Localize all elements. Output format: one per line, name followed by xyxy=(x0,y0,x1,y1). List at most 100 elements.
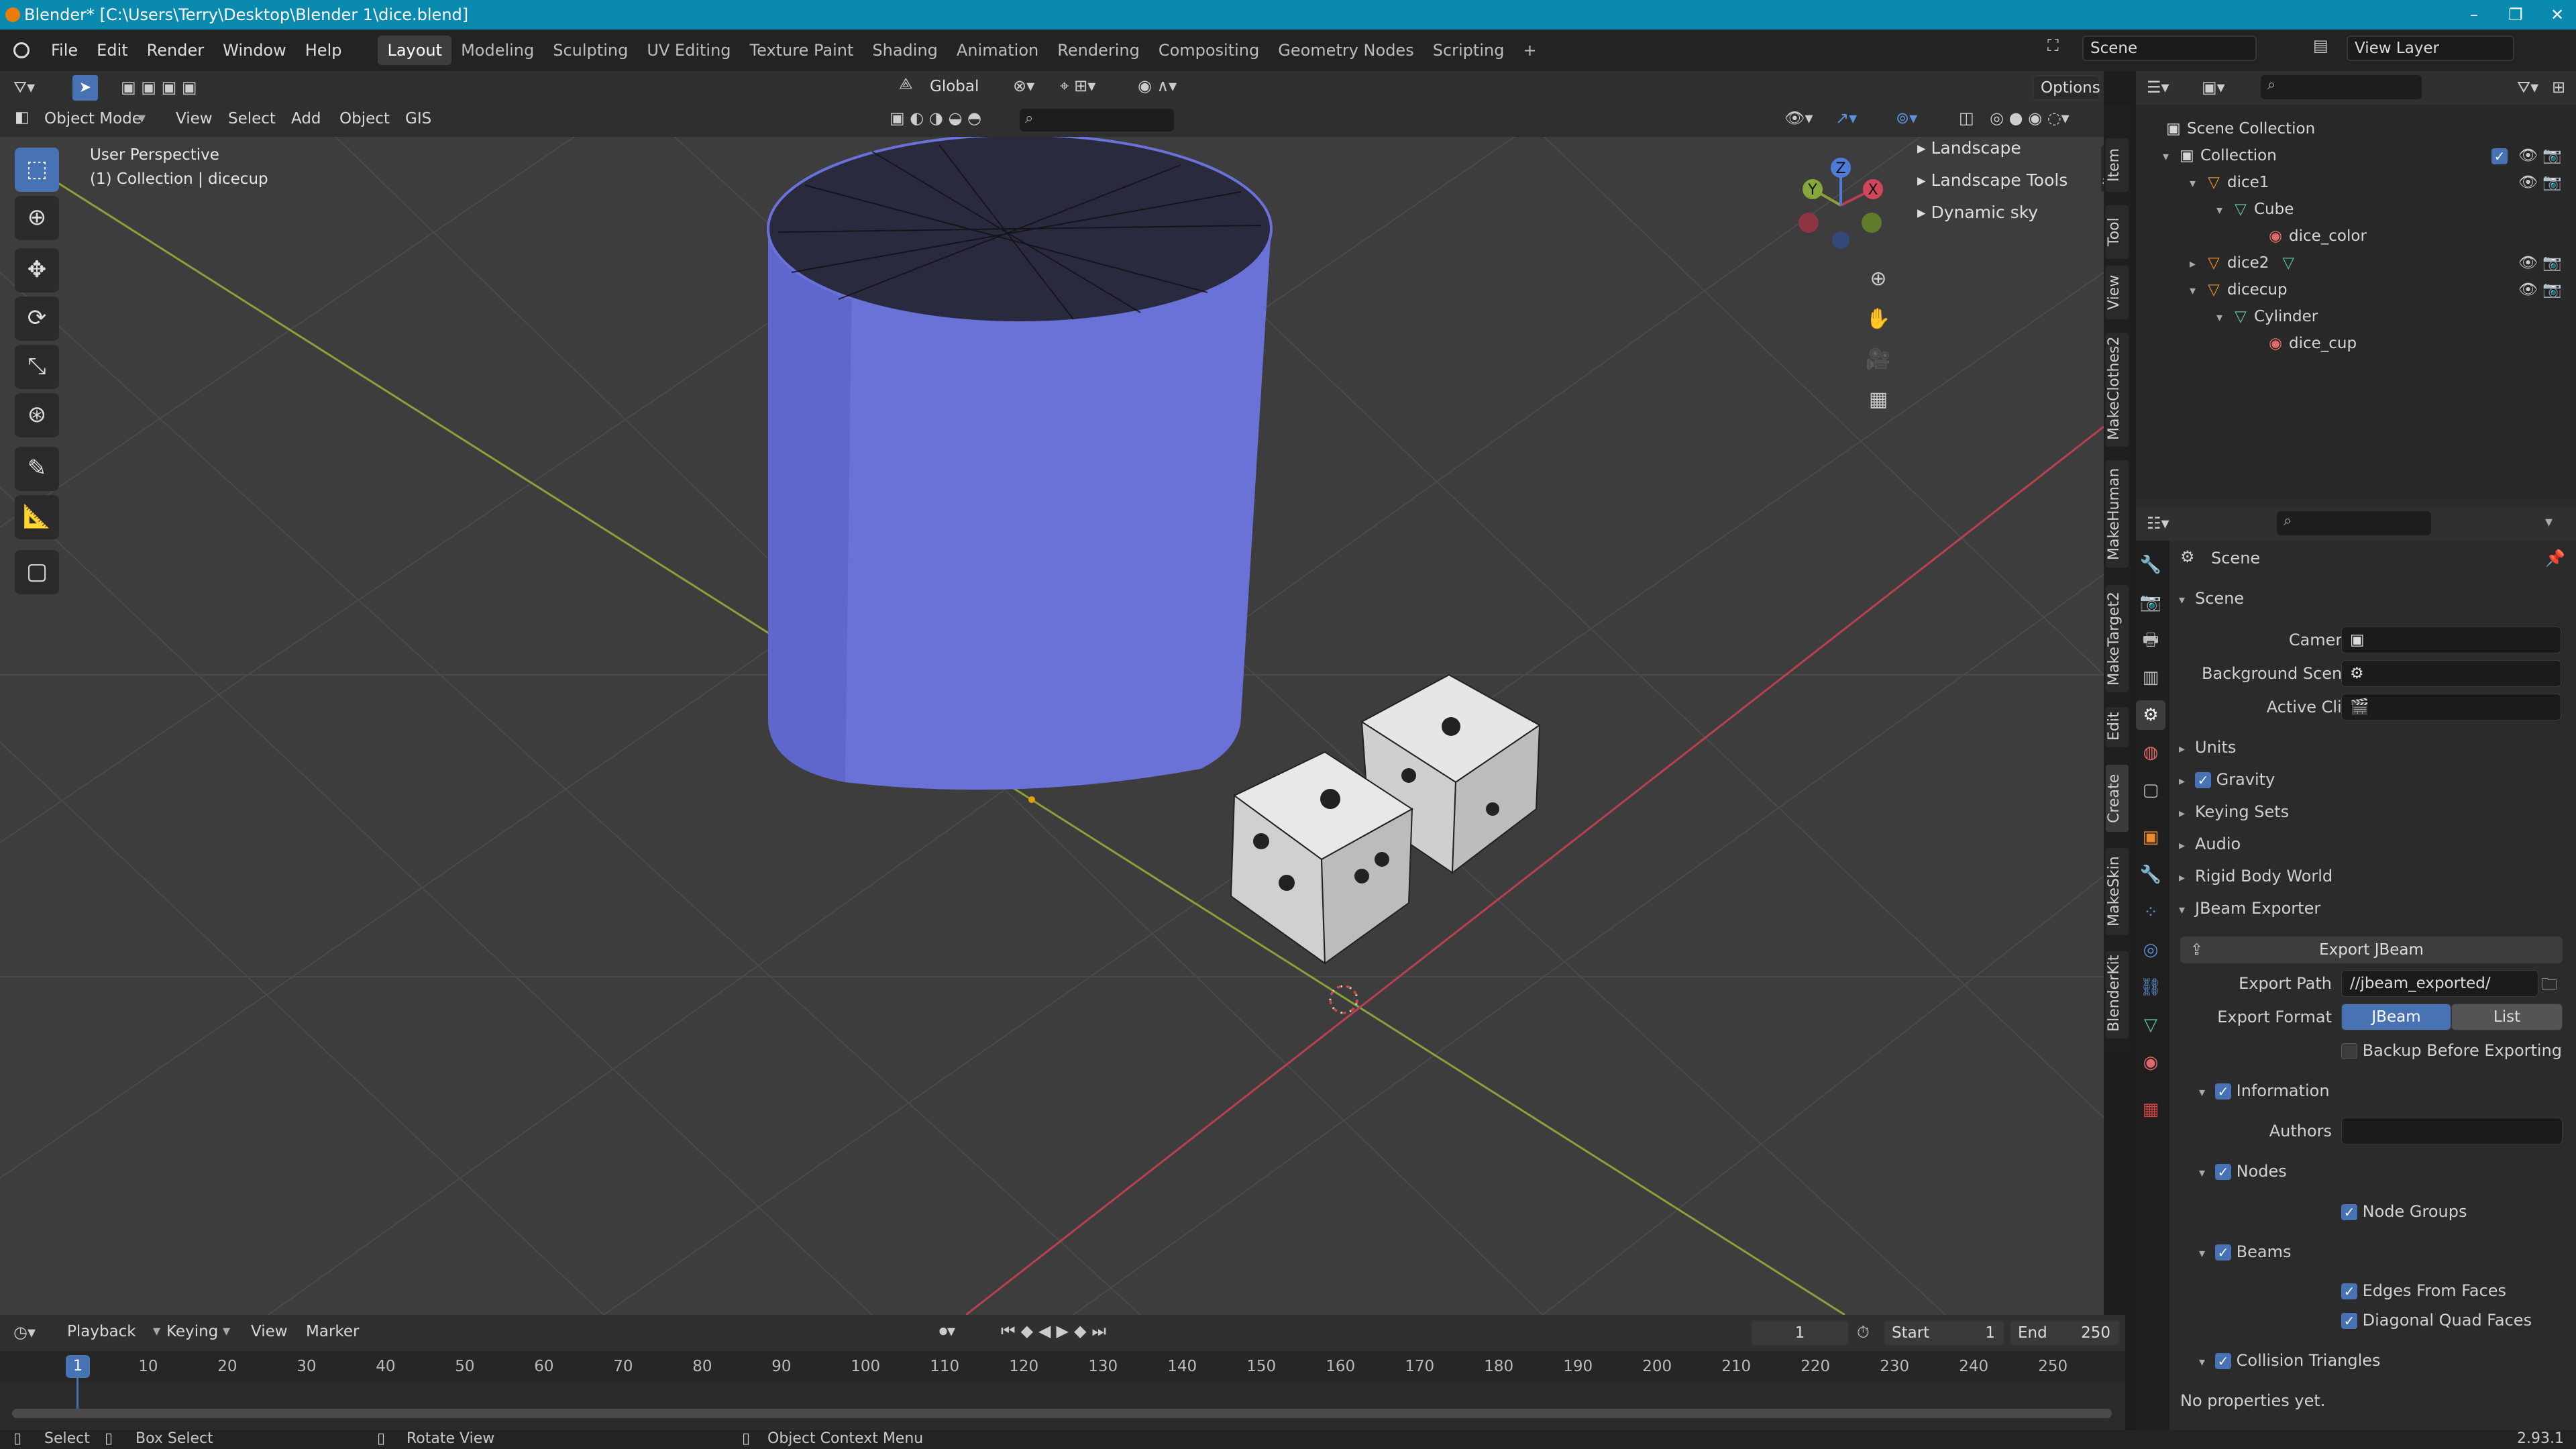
output-tab-icon[interactable]: 🖶 xyxy=(2136,625,2165,655)
export-path-field[interactable]: //jbeam_exported/ xyxy=(2341,970,2538,997)
outliner-editor-icon[interactable]: ☰▾ xyxy=(2147,78,2169,97)
xray-icon[interactable]: ◫ xyxy=(1959,109,1974,127)
information-checkbox[interactable]: ✓ xyxy=(2215,1083,2231,1099)
information-subpanel[interactable]: ▾ ✓ Information xyxy=(2199,1081,2330,1100)
filter-icons[interactable]: ▣ ◐ ◑ ◒ ◓ xyxy=(890,109,981,127)
modifier-tab-icon[interactable]: 🔧 xyxy=(2136,860,2165,890)
active-clip-field[interactable]: 🎬 xyxy=(2341,694,2561,720)
pan-hand-icon[interactable]: ✋ xyxy=(1860,301,1897,338)
menu-select[interactable]: Select xyxy=(228,110,276,127)
menu-window[interactable]: Window xyxy=(213,41,296,60)
camera-icon[interactable]: 📷 xyxy=(2542,142,2562,169)
tab-modeling[interactable]: Modeling xyxy=(451,36,543,65)
outliner-search-field[interactable] xyxy=(2261,75,2422,99)
particles-tab-icon[interactable]: ⁘ xyxy=(2136,898,2165,927)
tab-shading[interactable]: Shading xyxy=(863,36,947,65)
backup-checkbox[interactable]: ✓ xyxy=(2341,1043,2357,1059)
camera-icon[interactable]: 📷 xyxy=(2542,250,2562,276)
filter-icon[interactable]: ⛛▾ xyxy=(2517,78,2538,97)
menu-playback[interactable]: Playback xyxy=(67,1323,136,1340)
start-frame-field[interactable]: Start 1 xyxy=(1884,1320,2004,1346)
view-layer-tab-icon[interactable]: ▥ xyxy=(2136,663,2165,692)
camera-view-icon[interactable]: 🎥 xyxy=(1860,341,1897,378)
scene-panel-header[interactable]: ▾ Scene xyxy=(2179,589,2244,608)
side-tab-makeskin[interactable]: MakeSkin xyxy=(2106,848,2129,935)
format-list-option[interactable]: List xyxy=(2451,1004,2563,1030)
tab-animation[interactable]: Animation xyxy=(947,36,1048,65)
node-groups-option[interactable]: ✓ Node Groups xyxy=(2341,1202,2467,1221)
tab-compositing[interactable]: Compositing xyxy=(1149,36,1269,65)
export-jbeam-button[interactable]: ⇪ Export JBeam xyxy=(2180,936,2563,963)
side-tab-makeclothes2[interactable]: MakeClothes2 xyxy=(2106,333,2129,447)
data-tab-icon[interactable]: ▽ xyxy=(2136,1010,2165,1040)
editor-type-icon[interactable]: ⛛▾ xyxy=(13,78,35,97)
close-button[interactable]: ✕ xyxy=(2537,3,2576,27)
annotate-tool[interactable]: ✎ xyxy=(15,447,59,491)
transform-orientation[interactable]: Global xyxy=(923,75,997,98)
eye-icon[interactable]: 👁 xyxy=(2518,250,2538,276)
outliner-row-dice-color[interactable]: ◉ dice_color xyxy=(2136,223,2576,250)
format-jbeam-option[interactable]: JBeam xyxy=(2341,1004,2451,1030)
menu-file[interactable]: File xyxy=(42,41,87,60)
outliner-row-collection[interactable]: ▾ ▣ Collection ✓ 👁 📷 xyxy=(2136,142,2576,169)
tool-tab-icon[interactable]: 🔧 xyxy=(2136,550,2165,580)
playback-controls[interactable]: ⏮◆◀▶◆⏭ xyxy=(1001,1322,1112,1340)
chevron-down-icon[interactable]: ▾ xyxy=(2216,197,2233,224)
side-tab-maketarget2[interactable]: MakeTarget2 xyxy=(2106,585,2129,692)
background-scene-field[interactable]: ⚙ xyxy=(2341,660,2561,687)
tool-select-icon[interactable]: ➤ xyxy=(72,75,98,101)
chevron-down-icon[interactable]: ▾ xyxy=(2545,514,2553,531)
render-tab-icon[interactable]: 📷 xyxy=(2136,588,2165,617)
folder-icon[interactable]: 🗀 xyxy=(2541,973,2557,1000)
properties-editor-icon[interactable]: ☷▾ xyxy=(2147,514,2169,533)
outliner-row-scene-collection[interactable]: ▣ Scene Collection xyxy=(2136,115,2576,142)
mode-selector[interactable]: Object Mode xyxy=(44,110,142,127)
3d-viewport[interactable]: ⛛▾ ➤ ▣ ▣ ▣ ▣ ⟁ Global ⊗▾ ⌖ ⊞▾ ◉ ∧▾ Optio… xyxy=(0,71,2104,1315)
tab-uv-editing[interactable]: UV Editing xyxy=(637,36,740,65)
properties-search-field[interactable] xyxy=(2277,511,2431,535)
diagonal-quad-faces-option[interactable]: ✓ Diagonal Quad Faces xyxy=(2341,1311,2532,1330)
menu-edit[interactable]: Edit xyxy=(87,41,137,60)
chevron-right-icon[interactable]: ▸ xyxy=(2190,251,2206,278)
scale-tool[interactable]: ⤡ xyxy=(15,345,59,389)
zoom-icon[interactable]: ⊕ xyxy=(1860,260,1897,298)
transform-tool[interactable]: ⊛ xyxy=(15,393,59,437)
navigation-gizmo[interactable]: X Y Z xyxy=(1784,152,1892,259)
current-frame-field[interactable]: 1 xyxy=(1751,1320,1849,1346)
select-box-tool[interactable]: ⬚ xyxy=(15,148,59,192)
side-tab-edit[interactable]: Edit xyxy=(2106,707,2129,747)
constraints-tab-icon[interactable]: ⛓ xyxy=(2136,973,2165,1002)
end-frame-field[interactable]: End 250 xyxy=(2010,1320,2120,1346)
diagonal-quad-faces-checkbox[interactable]: ✓ xyxy=(2341,1313,2357,1329)
eye-icon[interactable]: 👁 xyxy=(2518,142,2538,169)
ortho-grid-icon[interactable]: ▦ xyxy=(1860,381,1897,419)
eye-icon[interactable]: 👁 xyxy=(2518,169,2538,196)
menu-add[interactable]: Add xyxy=(291,110,321,127)
view-layer-selector[interactable]: View Layer xyxy=(2347,36,2514,61)
menu-view[interactable]: View xyxy=(251,1323,288,1340)
minimize-button[interactable]: – xyxy=(2454,3,2494,27)
outliner-row-dicecup[interactable]: ▾ ▽ dicecup 👁 📷 xyxy=(2136,276,2576,303)
gravity-checkbox[interactable]: ✓ xyxy=(2195,772,2211,788)
side-tab-create[interactable]: Create xyxy=(2106,765,2129,832)
menu-help[interactable]: Help xyxy=(296,41,352,60)
scene-tab-icon[interactable]: ⚙ xyxy=(2136,700,2165,730)
add-cube-tool[interactable]: ▢ xyxy=(15,550,59,594)
edges-from-faces-checkbox[interactable]: ✓ xyxy=(2341,1283,2357,1299)
texture-tab-icon[interactable]: ▦ xyxy=(2136,1095,2165,1124)
snap-icon[interactable]: ⌖ ⊞▾ xyxy=(1060,76,1095,95)
material-tab-icon[interactable]: ◉ xyxy=(2136,1048,2165,1077)
camera-icon[interactable]: 📷 xyxy=(2542,276,2562,303)
viewport-search-field[interactable] xyxy=(1020,109,1174,131)
playhead[interactable]: 1 xyxy=(66,1355,90,1378)
backup-option[interactable]: ✓ Backup Before Exporting xyxy=(2341,1041,2562,1060)
collision-triangles-subpanel[interactable]: ▾ ✓ Collision Triangles xyxy=(2199,1351,2381,1370)
options-dropdown[interactable]: Options xyxy=(2033,75,2100,101)
menu-marker[interactable]: Marker xyxy=(306,1323,360,1340)
object-tab-icon[interactable]: ▣ xyxy=(2136,822,2165,852)
3d-cursor[interactable] xyxy=(1329,985,1358,1014)
chevron-down-icon[interactable]: ▾ xyxy=(2216,305,2233,331)
side-tab-item[interactable]: Item xyxy=(2106,138,2129,192)
tab-texture-paint[interactable]: Texture Paint xyxy=(741,36,863,65)
menu-view[interactable]: View xyxy=(176,110,213,127)
